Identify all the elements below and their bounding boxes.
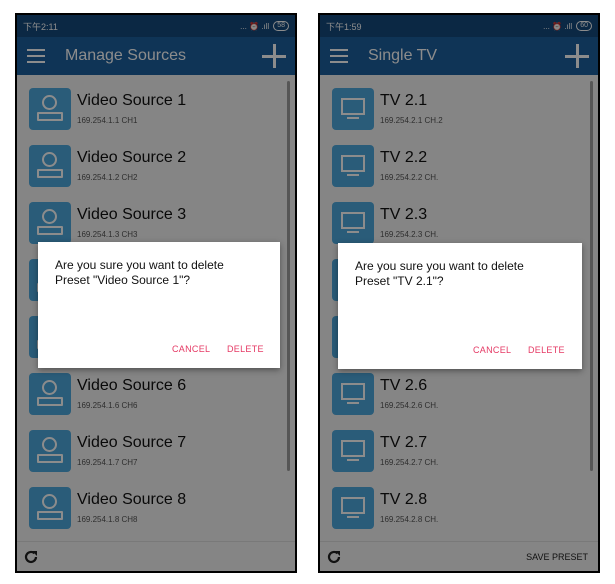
- scrollbar[interactable]: [287, 81, 290, 471]
- phone-screen-manage-sources: 下午2:11 ... ⏰ .ıll 58 Manage Sources Vide…: [15, 13, 297, 573]
- dialog-message-line: Preset "TV 2.1"?: [355, 274, 444, 288]
- cancel-button[interactable]: CANCEL: [473, 345, 511, 355]
- delete-confirm-dialog: Are you sure you want to delete Preset "…: [38, 242, 280, 368]
- delete-button[interactable]: DELETE: [528, 345, 565, 355]
- dialog-message-line: Are you sure you want to delete: [55, 258, 224, 272]
- dialog-message-line: Preset "Video Source 1"?: [55, 273, 191, 287]
- delete-button[interactable]: DELETE: [227, 344, 264, 354]
- phone-screen-single-tv: 下午1:59 ... ⏰ .ıll 60 Single TV TV 2.1 169…: [318, 13, 600, 573]
- scrollbar[interactable]: [590, 81, 593, 471]
- dialog-message: Are you sure you want to delete Preset "…: [355, 259, 568, 289]
- dialog-message-line: Are you sure you want to delete: [355, 259, 524, 273]
- cancel-button[interactable]: CANCEL: [172, 344, 210, 354]
- delete-confirm-dialog: Are you sure you want to delete Preset "…: [338, 243, 582, 369]
- dialog-message: Are you sure you want to delete Preset "…: [55, 258, 266, 288]
